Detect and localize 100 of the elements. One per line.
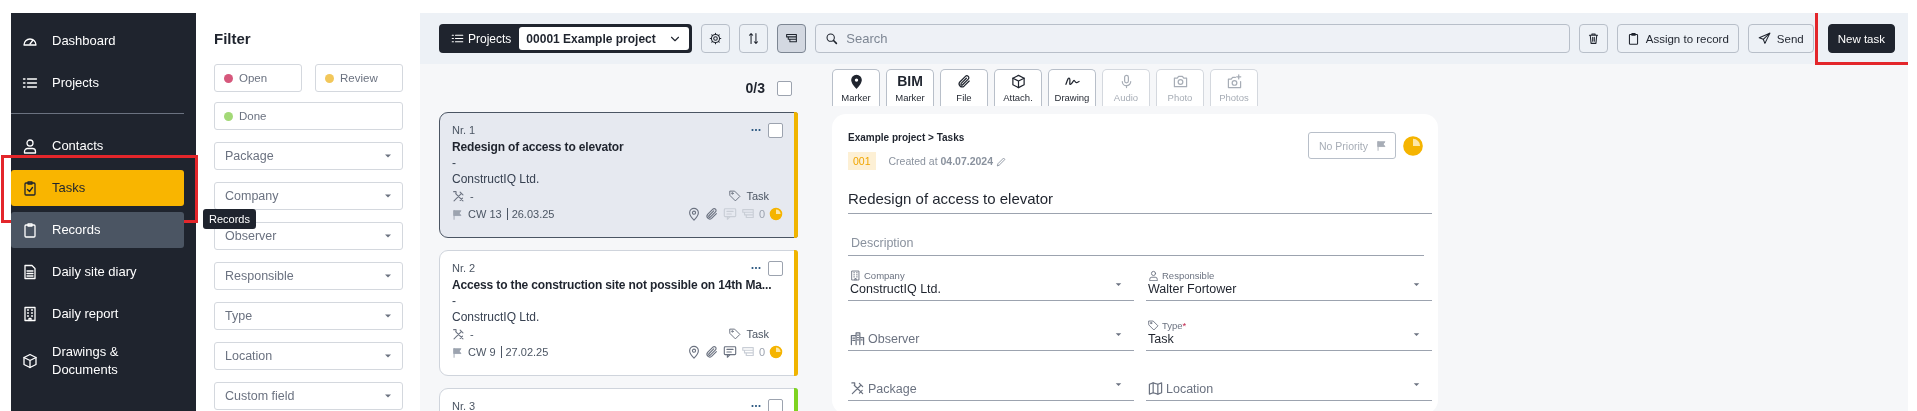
tools-icon — [452, 327, 465, 341]
company-dropdown[interactable]: Company ConstructIQ Ltd. — [848, 268, 1134, 301]
created-date: Created at 04.07.2024 — [888, 155, 994, 167]
media-tab[interactable]: File — [940, 69, 988, 106]
person-icon — [22, 138, 38, 154]
task-card[interactable]: Nr. 1 Redesign of access to elevator - ConstructIQ Ltd. - Task CW 13 26.03.25 0 — [439, 112, 798, 238]
progress-pie-icon — [769, 207, 783, 221]
subtask-count: 0 — [758, 208, 765, 220]
nav-item[interactable]: Records — [11, 212, 184, 248]
description-field[interactable]: Description — [848, 214, 1424, 256]
delete-button[interactable] — [1578, 24, 1608, 53]
task-date: 27.02.25 — [500, 346, 549, 358]
field-value: ConstructIQ Ltd. — [850, 282, 941, 296]
media-tab[interactable]: Marker — [832, 69, 880, 106]
task-company: ConstructIQ Ltd. — [452, 310, 541, 324]
project-select[interactable]: 00001 Example project — [519, 27, 690, 50]
building-icon — [22, 306, 38, 322]
edit-date-button[interactable] — [996, 155, 1008, 167]
nav-item[interactable]: Daily report — [11, 296, 184, 332]
comment-icon — [722, 345, 737, 359]
nav-item[interactable]: Tasks — [11, 170, 184, 206]
task-card[interactable]: Nr. 2 Access to the construction site not possible on 14th Ma... - ConstructIQ Ltd. - Task CW 9 27.02.25 0 — [439, 250, 798, 376]
task-package: - — [470, 328, 474, 340]
subtask-count: 0 — [758, 346, 765, 358]
field-label: Type* — [1162, 320, 1187, 331]
field-value: Walter Fortower — [1148, 282, 1237, 296]
filter-dropdown[interactable]: Type — [214, 302, 403, 330]
media-tab[interactable]: BIM Marker — [886, 69, 934, 106]
checkbox[interactable] — [768, 398, 783, 411]
selection-count: 0/3 — [745, 80, 765, 96]
tools-icon — [452, 189, 465, 203]
nav-item[interactable]: Drawings & Documents — [11, 338, 184, 384]
stacked-layers-icon — [785, 32, 799, 45]
trash-icon — [1586, 32, 1600, 45]
filter-dropdown[interactable]: Custom field — [214, 382, 403, 410]
comment-icon — [722, 207, 737, 221]
field-placeholder: Observer — [868, 331, 920, 346]
progress-pie-icon — [769, 345, 783, 359]
observer-dropdown[interactable]: Observer — [848, 318, 1134, 351]
field-value: Task — [1148, 332, 1175, 346]
stacked-layers-icon — [740, 345, 755, 359]
task-id-badge: 001 — [848, 152, 876, 170]
paperclip-icon — [704, 345, 719, 359]
status-filter-chip[interactable]: Open — [214, 64, 302, 92]
task-number: Nr. 2 — [452, 262, 476, 274]
assign-button[interactable]: Assign to record — [1616, 24, 1739, 53]
nav-item[interactable]: Daily site diary — [11, 254, 184, 290]
nav-item[interactable]: Dashboard — [11, 23, 184, 59]
checkbox[interactable] — [768, 122, 783, 138]
nav-item[interactable]: Projects — [11, 65, 184, 101]
location-pin-icon — [848, 74, 864, 89]
responsible-dropdown[interactable]: Responsible Walter Fortower — [1146, 268, 1432, 301]
filter-dropdown[interactable]: Package — [214, 142, 403, 170]
map-icon — [1148, 381, 1163, 396]
package-dropdown[interactable]: Package — [848, 368, 1134, 401]
media-tab[interactable]: Attach. — [994, 69, 1042, 106]
tag-icon — [1148, 320, 1159, 331]
bim-glyph: BIM — [897, 73, 923, 89]
field-placeholder: Location — [1166, 381, 1214, 396]
task-card[interactable]: Nr. 3 — [439, 388, 798, 411]
media-tab[interactable]: Drawing — [1048, 69, 1096, 106]
buildings-icon — [850, 331, 865, 346]
flag-icon — [1376, 140, 1387, 151]
task-package: - — [470, 190, 474, 202]
stacked-layers-button[interactable] — [777, 24, 807, 53]
task-date: 26.03.25 — [506, 208, 555, 220]
filter-title: Filter — [214, 30, 252, 47]
type-dropdown[interactable]: Type* Task — [1146, 318, 1432, 351]
task-description: - — [452, 294, 457, 308]
building-icon — [850, 270, 861, 281]
settings-icon — [709, 32, 723, 45]
status-filter-chip[interactable]: Review — [315, 64, 403, 92]
camera-icon — [1172, 74, 1188, 89]
send-button[interactable]: Send — [1747, 24, 1814, 53]
field-placeholder: Package — [868, 381, 917, 396]
task-type: Task — [746, 328, 769, 340]
settings-button[interactable] — [701, 24, 731, 53]
title-field[interactable]: Redesign of access to elevator — [848, 170, 1432, 214]
location-dropdown[interactable]: Location — [1146, 368, 1432, 401]
tools-icon — [850, 381, 865, 396]
filter-dropdown[interactable]: Location — [214, 342, 403, 370]
filter-dropdown[interactable]: Observer — [214, 222, 403, 250]
tag-icon — [729, 190, 742, 202]
task-title: Access to the construction site not possible on 14th Ma... — [452, 278, 773, 292]
cube-icon — [1010, 74, 1026, 89]
person-icon — [1148, 270, 1159, 281]
checkbox[interactable] — [768, 260, 783, 276]
status-filter-chip[interactable]: Done — [214, 102, 403, 130]
filter-dropdown[interactable]: Company — [214, 182, 403, 210]
paperclip-icon — [704, 207, 719, 221]
new-task-button[interactable]: New task — [1827, 24, 1895, 53]
search-field[interactable]: Search — [815, 24, 1570, 53]
nav-item[interactable]: Contacts — [11, 128, 184, 164]
sort-arrows-icon — [747, 32, 761, 45]
filter-dropdown[interactable]: Responsible — [214, 262, 403, 290]
cube-icon — [22, 353, 38, 369]
clipboard-icon — [22, 222, 38, 238]
checkbox[interactable] — [777, 80, 792, 96]
tag-icon — [729, 328, 742, 340]
sort-arrows-button[interactable] — [739, 24, 769, 53]
